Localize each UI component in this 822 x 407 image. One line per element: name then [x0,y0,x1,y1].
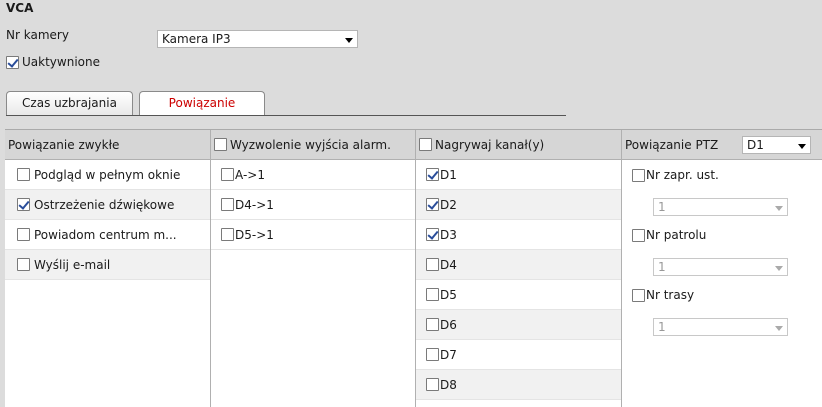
preset-option[interactable]: Nr zapr. ust. [622,160,822,190]
alarm-output-header: Wyzwolenie wyjścia alarm. [211,130,415,160]
notify-center-checkbox[interactable] [17,228,30,241]
chevron-down-icon [345,38,353,43]
patrol-label: Nr patrolu [646,228,707,242]
patrol-select[interactable]: 1 [653,258,788,276]
enable-checkbox[interactable] [6,55,19,69]
patrol-checkbox[interactable] [632,228,645,242]
list-item[interactable]: D1 [416,160,621,190]
preset-label: Nr zapr. ust. [646,168,719,182]
list-item-label: Wyślij e-mail [34,257,111,272]
channel-checkbox[interactable] [426,198,439,211]
list-item-label: D4->1 [235,197,274,212]
list-item[interactable]: Powiadom centrum m... [5,220,210,250]
list-item-label: D1 [440,167,457,182]
channel-checkbox[interactable] [426,258,439,271]
list-item-label: D4 [440,257,457,272]
list-item[interactable]: D7 [416,340,621,370]
chevron-down-icon [775,266,783,271]
tab-divider [6,115,566,116]
camera-label: Nr kamery [6,28,69,42]
camera-select[interactable]: Kamera IP3 [157,30,358,48]
list-item-label: D6 [440,317,457,332]
preset-checkbox[interactable] [632,168,645,182]
ptz-channel-value: D1 [747,138,764,152]
alarm-output-column: Wyzwolenie wyjścia alarm. A->1 D4->1 D5-… [211,130,416,407]
preset-select[interactable]: 1 [653,198,788,216]
send-email-checkbox[interactable] [17,258,30,271]
pattern-select-value: 1 [658,320,666,334]
record-all-checkbox[interactable] [419,138,432,151]
list-item-label: A->1 [235,167,265,182]
list-item[interactable]: D5->1 [211,220,415,250]
enable-row[interactable]: Uaktywnione [6,55,100,69]
patrol-option[interactable]: Nr patrolu [622,220,822,250]
list-item-label: D5->1 [235,227,274,242]
list-item-label: D7 [440,347,457,362]
audio-warning-checkbox[interactable] [17,198,30,211]
alarm-output-checkbox[interactable] [221,168,234,181]
patrol-select-row: 1 [622,250,822,280]
tab-arming-schedule[interactable]: Czas uzbrajania [6,91,133,115]
list-item-label: D8 [440,377,457,392]
fullscreen-checkbox[interactable] [17,168,30,181]
list-item[interactable]: Podgląd w pełnym oknie [5,160,210,190]
channel-checkbox[interactable] [426,348,439,361]
list-item[interactable]: D4 [416,250,621,280]
preset-select-row: 1 [622,190,822,220]
chevron-down-icon [775,206,783,211]
patrol-select-value: 1 [658,260,666,274]
ptz-linkage-header-label: Powiązanie PTZ [625,137,719,152]
normal-linkage-header-label: Powiązanie zwykłe [8,137,120,152]
channel-checkbox[interactable] [426,228,439,241]
ptz-linkage-header: Powiązanie PTZ D1 [622,130,822,160]
list-item[interactable]: Ostrzeżenie dźwiękowe [5,190,210,220]
tab-label: Powiązanie [168,96,236,110]
camera-select-value: Kamera IP3 [162,32,231,46]
pattern-select-row: 1 [622,310,822,340]
alarm-output-checkbox[interactable] [221,198,234,211]
alarm-output-checkbox[interactable] [221,228,234,241]
enable-label: Uaktywnione [22,55,100,69]
record-channels-header: Nagrywaj kanał(y) [416,130,621,160]
pattern-checkbox[interactable] [632,288,645,302]
channel-checkbox[interactable] [426,288,439,301]
list-item[interactable]: Wyślij e-mail [5,250,210,280]
page-title: VCA [6,1,34,15]
list-item-label: Powiadom centrum m... [34,227,177,242]
pattern-option[interactable]: Nr trasy [622,280,822,310]
channel-checkbox[interactable] [426,378,439,391]
list-item-label: D2 [440,197,457,212]
normal-linkage-header: Powiązanie zwykłe [5,130,210,160]
list-item-label: Podgląd w pełnym oknie [34,167,181,182]
list-item-label: D3 [440,227,457,242]
channel-checkbox[interactable] [426,318,439,331]
linkage-table: Powiązanie zwykłe Podgląd w pełnym oknie… [5,129,822,407]
pattern-label: Nr trasy [646,288,695,302]
channel-checkbox[interactable] [426,168,439,181]
alarm-output-all-checkbox[interactable] [214,138,227,151]
tab-linkage[interactable]: Powiązanie [139,91,265,115]
chevron-down-icon [775,326,783,331]
list-item[interactable]: D2 [416,190,621,220]
chevron-down-icon [798,144,806,149]
pattern-select[interactable]: 1 [653,318,788,336]
list-item[interactable]: D8 [416,370,621,400]
preset-select-value: 1 [658,200,666,214]
list-item[interactable]: D4->1 [211,190,415,220]
tab-label: Czas uzbrajania [22,96,117,110]
normal-linkage-column: Powiązanie zwykłe Podgląd w pełnym oknie… [5,130,211,407]
alarm-output-header-label: Wyzwolenie wyjścia alarm. [230,137,391,152]
list-item[interactable]: D3 [416,220,621,250]
list-item[interactable]: D6 [416,310,621,340]
list-item-label: Ostrzeżenie dźwiękowe [34,197,175,212]
record-channels-header-label: Nagrywaj kanał(y) [435,137,545,152]
ptz-channel-select[interactable]: D1 [742,136,811,154]
ptz-linkage-column: Powiązanie PTZ D1 Nr zapr. ust. 1 Nr pat… [622,130,822,407]
record-channels-column: Nagrywaj kanał(y) D1 D2 D3 D4 D5 D6 D7 D… [416,130,622,407]
list-item[interactable]: A->1 [211,160,415,190]
list-item[interactable]: D5 [416,280,621,310]
list-item-label: D5 [440,287,457,302]
